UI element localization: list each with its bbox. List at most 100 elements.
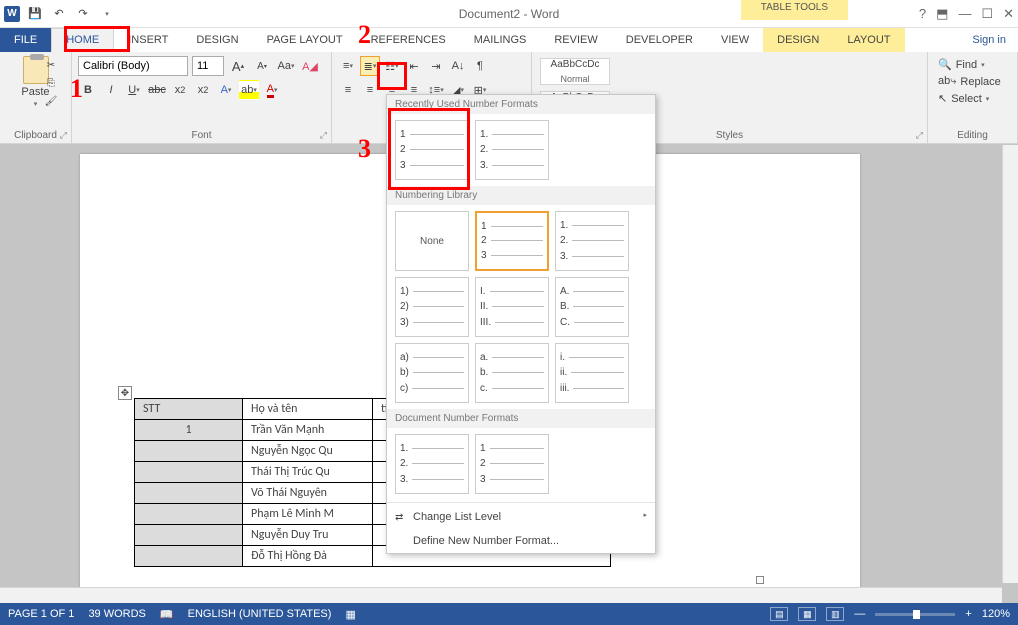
view-read-mode[interactable]: ▤ xyxy=(770,607,788,621)
maximize-button[interactable]: ☐ xyxy=(981,6,993,22)
close-button[interactable]: ✕ xyxy=(1003,6,1014,22)
gallery-item-none[interactable]: None xyxy=(395,211,469,271)
status-words[interactable]: 39 WORDS xyxy=(88,608,145,620)
find-icon: 🔍 xyxy=(938,58,952,71)
gallery-item-roman-upper[interactable]: I. II. III. xyxy=(475,277,549,337)
view-web-layout[interactable]: ▥ xyxy=(826,607,844,621)
text-effects-button[interactable]: A▾ xyxy=(216,80,236,100)
quick-access-toolbar: W 💾 ↶ ↷ ▾ xyxy=(0,5,116,23)
ribbon-tabs: FILE HOME INSERT DESIGN PAGE LAYOUT REFE… xyxy=(0,28,1018,52)
sort-button[interactable]: A↓ xyxy=(448,56,468,76)
annotation-2: 2 xyxy=(358,20,371,50)
gallery-item-alpha-lower-dot[interactable]: a. b. c. xyxy=(475,343,549,403)
cell-header-name[interactable]: Họ và tên xyxy=(243,399,373,420)
annotation-1: 1 xyxy=(70,74,83,104)
gallery-item-decimal-dot[interactable]: 1. 2. 3. xyxy=(555,211,629,271)
qat-undo-icon[interactable]: ↶ xyxy=(50,5,68,23)
tab-design[interactable]: DESIGN xyxy=(182,28,252,52)
font-color-button[interactable]: A▾ xyxy=(262,80,282,100)
contextual-tab-header: TABLE TOOLS xyxy=(741,0,848,20)
style-normal[interactable]: AaBbCcDcNormal xyxy=(540,58,610,85)
status-bar: PAGE 1 OF 1 39 WORDS 📖 ENGLISH (UNITED S… xyxy=(0,603,1018,625)
shrink-font-button[interactable]: A▾ xyxy=(252,56,272,76)
gallery-cmd-define-new[interactable]: Define New Number Format... xyxy=(387,529,655,553)
status-spellcheck-icon[interactable]: 📖 xyxy=(160,608,174,621)
group-editing: 🔍Find▾ ab⤷Replace ↖Select▾ Editing xyxy=(928,52,1018,143)
increase-indent-button[interactable]: ⇥ xyxy=(426,56,446,76)
font-dialog-launcher[interactable]: ⤢ xyxy=(320,130,327,141)
gallery-cmd-change-level[interactable]: Change List Level▸ xyxy=(387,505,655,529)
clipboard-dialog-launcher[interactable]: ⤢ xyxy=(60,130,67,141)
gallery-item-decimal[interactable]: 1 2 3 xyxy=(475,211,549,271)
grow-font-button[interactable]: A▴ xyxy=(228,56,248,76)
select-button[interactable]: ↖Select▾ xyxy=(934,90,1011,107)
gallery-item-doc-2[interactable]: 1 2 3 xyxy=(475,434,549,494)
status-language[interactable]: ENGLISH (UNITED STATES) xyxy=(188,608,332,620)
group-clipboard: Paste ▾ ✂ ⎘ 🖌 Clipboard ⤢ xyxy=(0,52,72,143)
strikethrough-button[interactable]: abc xyxy=(147,80,167,100)
tab-developer[interactable]: DEVELOPER xyxy=(612,28,707,52)
gallery-item-roman-lower[interactable]: i. ii. iii. xyxy=(555,343,629,403)
group-label-editing: Editing xyxy=(928,130,1017,141)
tab-view[interactable]: VIEW xyxy=(707,28,763,52)
tab-table-layout[interactable]: LAYOUT xyxy=(833,28,904,52)
sign-in-link[interactable]: Sign in xyxy=(972,28,1018,52)
gallery-item-alpha-lower-paren[interactable]: a) b) c) xyxy=(395,343,469,403)
tab-file[interactable]: FILE xyxy=(0,28,51,52)
superscript-button[interactable]: x2 xyxy=(193,80,213,100)
underline-button[interactable]: U▾ xyxy=(124,80,144,100)
format-painter-icon[interactable]: 🖌 xyxy=(42,94,60,108)
replace-button[interactable]: ab⤷Replace xyxy=(934,73,1011,90)
tab-mailings[interactable]: MAILINGS xyxy=(460,28,541,52)
copy-icon[interactable]: ⎘ xyxy=(42,76,60,90)
cut-icon[interactable]: ✂ xyxy=(42,58,60,72)
zoom-in-button[interactable]: + xyxy=(965,608,971,620)
gallery-item-doc-1[interactable]: 1. 2. 3. xyxy=(395,434,469,494)
align-left-button[interactable]: ≡ xyxy=(338,80,358,100)
find-button[interactable]: 🔍Find▾ xyxy=(934,56,1011,73)
ribbon-display-button[interactable]: ⬒ xyxy=(936,6,948,22)
annotation-box-2 xyxy=(377,62,407,90)
subscript-button[interactable]: x2 xyxy=(170,80,190,100)
tab-references[interactable]: REFERENCES xyxy=(357,28,460,52)
zoom-level[interactable]: 120% xyxy=(982,608,1010,620)
font-name-combo[interactable] xyxy=(78,56,188,76)
gallery-item-alpha-upper[interactable]: A. B. C. xyxy=(555,277,629,337)
word-icon: W xyxy=(4,6,20,22)
qat-customize-icon[interactable]: ▾ xyxy=(98,5,116,23)
styles-dialog-launcher[interactable]: ⤢ xyxy=(916,130,923,141)
table-move-handle[interactable]: ✥ xyxy=(118,386,132,400)
show-marks-button[interactable]: ¶ xyxy=(470,56,490,76)
zoom-out-button[interactable]: — xyxy=(854,608,865,620)
group-font: A▴ A▾ Aa▾ A◢ B I U▾ abc x2 x2 A▾ ab▾ A▾ … xyxy=(72,52,332,143)
help-button[interactable]: ? xyxy=(919,6,926,21)
document-title: Document2 - Word xyxy=(459,7,559,21)
qat-redo-icon[interactable]: ↷ xyxy=(74,5,92,23)
annotation-3: 3 xyxy=(358,134,371,164)
italic-button[interactable]: I xyxy=(101,80,121,100)
gallery-item-decimal-paren[interactable]: 1) 2) 3) xyxy=(395,277,469,337)
cell-header-stt[interactable]: STT xyxy=(135,399,243,420)
replace-icon: ab⤷ xyxy=(938,75,956,88)
status-macro-icon[interactable]: ▦ xyxy=(345,608,355,621)
tab-review[interactable]: REVIEW xyxy=(540,28,611,52)
gallery-item-recent-2[interactable]: 1. 2. 3. xyxy=(475,120,549,180)
minimize-button[interactable]: — xyxy=(958,6,971,21)
view-print-layout[interactable]: ▦ xyxy=(798,607,816,621)
tab-table-design[interactable]: DESIGN xyxy=(763,28,833,52)
status-page[interactable]: PAGE 1 OF 1 xyxy=(8,608,74,620)
title-bar: W 💾 ↶ ↷ ▾ Document2 - Word TABLE TOOLS ?… xyxy=(0,0,1018,28)
bullets-button[interactable]: ≡▾ xyxy=(338,56,358,76)
zoom-slider[interactable] xyxy=(875,613,955,616)
qat-save-icon[interactable]: 💾 xyxy=(26,5,44,23)
decrease-indent-button[interactable]: ⇤ xyxy=(404,56,424,76)
clear-formatting-button[interactable]: A◢ xyxy=(300,56,320,76)
table-resize-handle[interactable] xyxy=(756,576,764,584)
vertical-scrollbar[interactable] xyxy=(1002,145,1018,583)
change-case-button[interactable]: Aa▾ xyxy=(276,56,296,76)
highlight-button[interactable]: ab▾ xyxy=(239,80,259,100)
tab-page-layout[interactable]: PAGE LAYOUT xyxy=(253,28,357,52)
annotation-box-3 xyxy=(388,108,470,190)
horizontal-scrollbar[interactable] xyxy=(0,587,1002,603)
font-size-combo[interactable] xyxy=(192,56,224,76)
